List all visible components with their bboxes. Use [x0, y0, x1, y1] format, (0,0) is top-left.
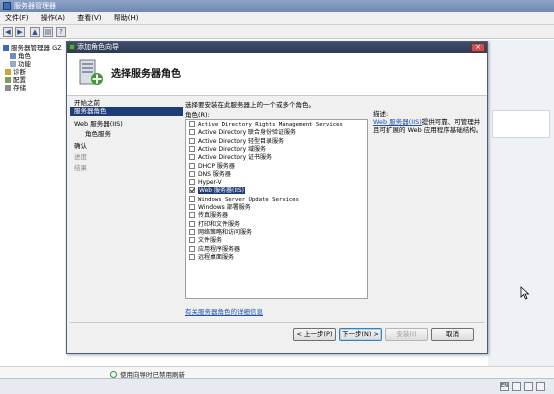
step-progress: 进度	[74, 153, 87, 161]
server-roles-icon	[79, 59, 103, 85]
wizard-title-bar: 添加角色向导 ×	[67, 42, 487, 53]
toolbar: ◀ ▶ ▲ ▤ ?	[0, 25, 554, 39]
page-title: 选择服务器角色	[111, 69, 181, 80]
step-role-services[interactable]: 角色服务	[85, 128, 111, 138]
wizard-content: 选择要安装在此服务器上的一个或多个角色。 角色(R): Active Direc…	[185, 97, 487, 317]
host-content-card	[492, 110, 550, 138]
role-checkbox[interactable]	[189, 137, 195, 144]
button-separator	[70, 322, 484, 323]
help-icon[interactable]: ?	[56, 27, 66, 37]
menu-file[interactable]: 文件(F)	[0, 12, 34, 25]
role-app-server[interactable]: 应用程序服务器	[189, 245, 240, 254]
tray-icon-volume[interactable]	[524, 382, 533, 391]
role-checkbox[interactable]	[189, 253, 195, 260]
role-ad-cs[interactable]: Active Directory 证书服务	[189, 154, 272, 162]
instruction-text: 选择要安装在此服务器上的一个或多个角色。	[185, 101, 315, 109]
role-checkbox[interactable]	[189, 129, 195, 136]
role-checkbox[interactable]	[189, 204, 195, 210]
role-checkbox[interactable]	[189, 121, 195, 127]
role-web-server-iis[interactable]: Web 服务器(IIS)	[189, 187, 246, 195]
roles-label: 角色(R):	[185, 111, 210, 119]
role-checkbox[interactable]	[189, 237, 195, 244]
show-hide-tree-icon[interactable]: ▤	[43, 27, 53, 37]
role-nps[interactable]: 网络策略和访问服务	[189, 228, 252, 237]
menu-help[interactable]: 帮助(H)	[109, 12, 144, 25]
role-checkbox[interactable]	[189, 179, 195, 186]
mouse-cursor-icon	[520, 286, 530, 300]
language-indicator[interactable]: EN	[500, 382, 509, 391]
refresh-icon	[110, 371, 117, 378]
role-fax-server[interactable]: 传真服务器	[189, 212, 228, 220]
role-checkbox[interactable]	[189, 220, 195, 227]
wizard-title: 添加角色向导	[77, 43, 119, 51]
host-content-pane	[488, 40, 554, 370]
wizard-icon	[69, 44, 75, 50]
menu-view[interactable]: 查看(V)	[72, 12, 106, 25]
role-checkbox-checked[interactable]	[189, 187, 195, 194]
role-dns[interactable]: DNS 服务器	[189, 170, 231, 179]
tree-item-storage[interactable]: 存储	[5, 82, 26, 92]
role-checkbox[interactable]	[189, 154, 195, 161]
tray-icon-network[interactable]	[512, 382, 521, 391]
role-print-file[interactable]: 打印和文件服务	[189, 220, 240, 229]
description-text: Web 服务器(IIS)提供可靠、可管理并且可扩展的 Web 应用程序基础结构。	[373, 118, 485, 134]
up-folder-icon[interactable]: ▲	[30, 27, 40, 37]
host-title: 服务器管理器	[14, 2, 56, 10]
navigation-tree: 服务器管理器 GZ 角色 功能 诊断 配置 存储	[0, 40, 70, 340]
role-ad-ds[interactable]: Active Directory 域服务	[189, 145, 266, 154]
wizard-header: 选择服务器角色	[67, 53, 487, 96]
role-wsus[interactable]: Windows Server Update Services	[189, 195, 299, 204]
install-button: 安装(I)	[385, 328, 428, 341]
forward-arrow-icon[interactable]: ▶	[15, 27, 25, 37]
step-before-you-begin[interactable]: 开始之前	[74, 97, 100, 107]
close-button[interactable]: ×	[471, 43, 485, 52]
role-checkbox[interactable]	[189, 245, 195, 252]
menu-action[interactable]: 操作(A)	[36, 12, 70, 25]
host-title-bar: 服务器管理器	[0, 0, 554, 12]
role-checkbox[interactable]	[189, 170, 195, 177]
step-web-server-iis[interactable]: Web 服务器(IIS)	[74, 118, 123, 128]
description-title: 描述:	[373, 110, 389, 118]
role-checkbox[interactable]	[189, 228, 195, 235]
menu-bar: 文件(F) 操作(A) 查看(V) 帮助(H)	[0, 12, 554, 25]
description-link[interactable]: Web 服务器(IIS)	[373, 118, 422, 126]
role-checkbox[interactable]	[189, 195, 195, 202]
role-remote-desktop[interactable]: 远程桌面服务	[189, 253, 234, 262]
cancel-button[interactable]: 取消	[431, 328, 474, 341]
add-roles-wizard: 添加角色向导 × 选择服务器角色 开始之前 服务器角色 Web 服务器(IIS)…	[66, 41, 488, 354]
status-bar: 使用向导时已禁用刷新	[0, 366, 554, 379]
storage-icon	[5, 85, 11, 91]
role-file-services[interactable]: 文件服务	[189, 237, 222, 245]
next-button[interactable]: 下一步(N) >	[339, 328, 382, 341]
role-ad-fs[interactable]: Active Directory 联合身份验证服务	[189, 129, 296, 137]
step-server-roles[interactable]: 服务器角色	[70, 107, 183, 116]
role-dhcp[interactable]: DHCP 服务器	[189, 162, 235, 171]
step-results: 结果	[74, 164, 87, 172]
role-checkbox[interactable]	[189, 145, 195, 152]
step-confirmation[interactable]: 确认	[74, 140, 87, 150]
role-checkbox[interactable]	[189, 162, 195, 169]
wizard-steps: 开始之前 服务器角色 Web 服务器(IIS) 角色服务 确认 进度 结果	[70, 97, 184, 345]
more-info-link[interactable]: 有关服务器角色的详细信息	[185, 306, 263, 316]
server-icon	[3, 45, 9, 51]
previous-button[interactable]: < 上一步(P)	[293, 328, 336, 341]
role-checkbox[interactable]	[189, 212, 195, 219]
tray-icon-flag[interactable]	[536, 382, 545, 391]
taskbar: EN	[0, 378, 554, 394]
roles-list[interactable]: Active Directory Rights Management Servi…	[185, 119, 368, 299]
back-arrow-icon[interactable]: ◀	[3, 27, 13, 37]
role-ad-lds[interactable]: Active Directory 轻型目录服务	[189, 137, 284, 146]
server-manager-icon	[3, 2, 11, 10]
